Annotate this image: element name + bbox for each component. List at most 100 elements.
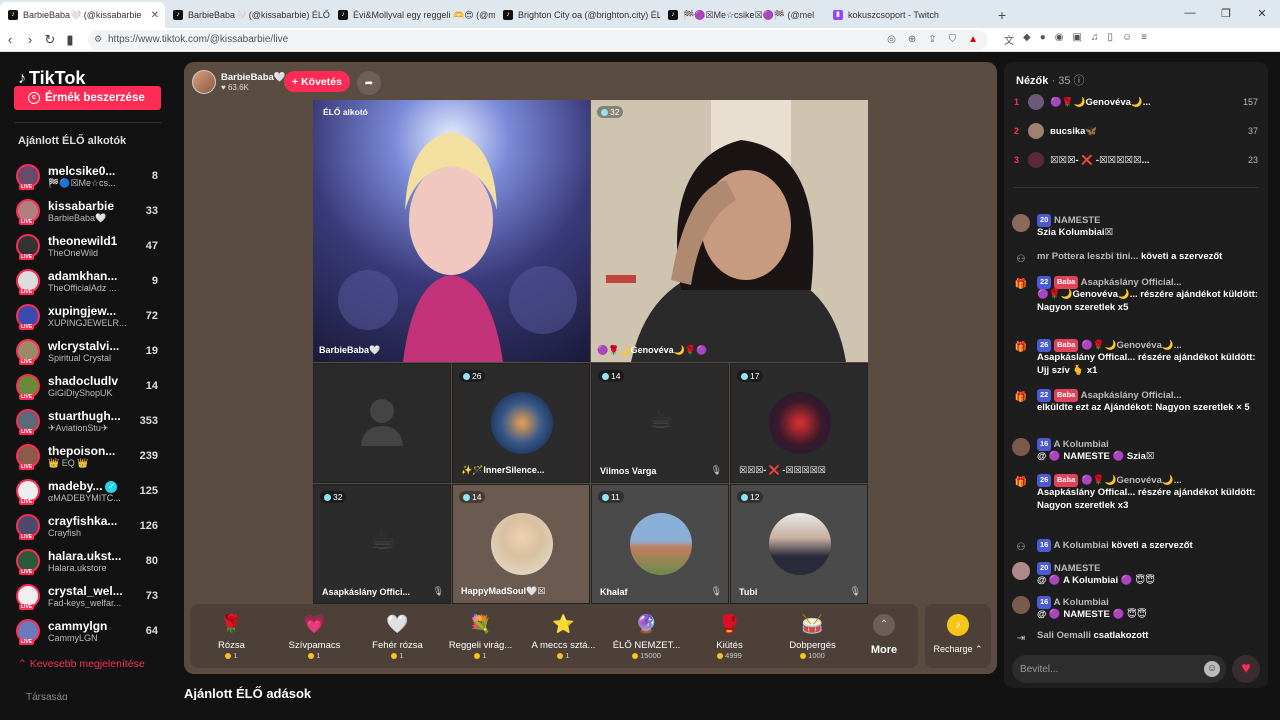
close-window-icon[interactable]: ✕ bbox=[1244, 0, 1280, 26]
creator-row[interactable]: LIVE xupingjew... XUPINGJEWELR... 72 bbox=[16, 299, 164, 333]
cast-icon[interactable]: ◎ bbox=[887, 34, 896, 45]
company-link[interactable]: Társaság bbox=[26, 692, 68, 700]
reload-icon[interactable]: ↻ bbox=[40, 32, 60, 48]
share-page-icon[interactable]: ⇪ bbox=[928, 34, 936, 45]
gift-live-nation[interactable]: 🔮 ÉLŐ NEMZET... 15000 bbox=[605, 604, 688, 668]
zoom-icon[interactable]: ⊕ bbox=[908, 34, 916, 45]
recommended-lives-title: Ajánlott ÉLŐ adások bbox=[184, 686, 312, 700]
guest-tile[interactable]: 14 ☕ Vilmos Varga 🎙 bbox=[591, 363, 729, 483]
gift-morning-flowers[interactable]: 💐 Reggeli virág... 1 bbox=[439, 604, 522, 668]
browser-tab-2[interactable]: ♪ BarbieBaba🤍 (@kissabarbie) ÉLŐ bbox=[165, 2, 330, 28]
top-viewer-row[interactable]: 2 вucsika🦋 37 bbox=[1014, 120, 1258, 142]
creator-row[interactable]: LIVE crayfishka... Crayfish 126 bbox=[16, 509, 164, 543]
like-heart-button[interactable]: ♥ bbox=[1232, 655, 1260, 683]
guest-tile[interactable]: 26 ✨🪄InnerSilence... bbox=[452, 363, 590, 483]
creator-row[interactable]: LIVE halara.ukst... Halara.ukstore 80 bbox=[16, 544, 164, 578]
browser-tab-1[interactable]: ♪ BarbieBaba🤍 (@kissabarbie ✕ bbox=[0, 2, 165, 28]
live-badge: LIVE bbox=[19, 254, 35, 260]
get-coins-button[interactable]: c Érmék beszerzése bbox=[14, 86, 161, 110]
gift-white-rose[interactable]: 🤍 Fehér rózsa 1 bbox=[356, 604, 439, 668]
shield-icon[interactable]: ⛉ bbox=[949, 34, 957, 45]
gift-rose[interactable]: 🌹 Rózsa 1 bbox=[190, 604, 273, 668]
profile-icon[interactable]: ☺ bbox=[1122, 32, 1132, 47]
menu-icon[interactable]: ≡ bbox=[1141, 32, 1147, 47]
creator-row[interactable]: LIVE wlcrystalvi... Spiritual Crystal 19 bbox=[16, 334, 164, 368]
host-video-tile[interactable]: ÉLŐ alkotó BarbieBaba🤍 bbox=[313, 100, 590, 362]
music-icon[interactable]: ♫ bbox=[1091, 32, 1099, 47]
url-field[interactable]: ⚙ https://www.tiktok.com/@kissabarbie/li… bbox=[88, 29, 988, 50]
close-tab-icon[interactable]: ✕ bbox=[151, 10, 159, 21]
back-icon[interactable]: ‹ bbox=[0, 32, 20, 47]
extension-icon[interactable]: ◉ bbox=[1055, 32, 1064, 47]
gift-knockout[interactable]: 🥊 Kiütés 4999 bbox=[688, 604, 771, 668]
creator-row[interactable]: LIVE thepoison... 👑 EQ 👑 239 bbox=[16, 439, 164, 473]
forward-icon[interactable]: › bbox=[20, 32, 40, 47]
creator-row[interactable]: LIVE adamkhan... TheOfficialAdz ... 9 bbox=[16, 264, 164, 298]
extension-warning-icon[interactable]: ▲ bbox=[968, 34, 978, 45]
live-badge: LIVE bbox=[19, 219, 35, 225]
live-badge: LIVE bbox=[19, 184, 35, 190]
guest-tile[interactable]: 32 ☕ Asapkáslány Offici... 🎙 bbox=[313, 484, 451, 604]
avatar: LIVE bbox=[16, 234, 40, 260]
creator-row[interactable]: LIVE cammylgn CammyLGN 64 bbox=[16, 614, 164, 648]
chat-message: 20 NAMESTE Szia Kolumbiai☒ bbox=[1012, 214, 1260, 240]
browser-tab-5[interactable]: ♪ 🏁🟣☒Me☆csike☒🟣🏁 (@mel bbox=[660, 2, 825, 28]
new-tab-button[interactable]: + bbox=[990, 2, 1014, 28]
tiktok-favicon-icon: ♪ bbox=[338, 10, 348, 20]
extension-icon[interactable]: ◆ bbox=[1023, 32, 1031, 47]
follow-button[interactable]: + Követés bbox=[284, 71, 350, 92]
guest-tile[interactable]: 12 Tubi 🎙 bbox=[730, 484, 868, 604]
host-info[interactable]: BarbieBaba🤍 ♥ 63.6K bbox=[192, 70, 286, 94]
creator-row[interactable]: LIVE stuarthugh... ✈AviationStu✈ 353 bbox=[16, 404, 164, 438]
coin-icon bbox=[717, 652, 724, 659]
guest-tile[interactable]: 11 Khalaf 🎙 bbox=[591, 484, 729, 604]
guest-score-badge: 26 bbox=[459, 370, 486, 382]
coin-icon bbox=[225, 652, 232, 659]
creator-row[interactable]: LIVE theonewild1 TheOneWild 47 bbox=[16, 229, 164, 263]
top-viewer-row[interactable]: 3 ☒☒☒- ❌ -☒☒☒☒☒... 23 bbox=[1014, 149, 1258, 171]
emoji-icon[interactable]: ☺ bbox=[1204, 661, 1220, 677]
guest-avatar bbox=[769, 513, 831, 575]
guest-video-tile[interactable]: 32 🟣🌹🌙Genovéva🌙🌹🟣 bbox=[591, 100, 868, 362]
avatar: LIVE bbox=[16, 584, 40, 610]
translate-icon[interactable]: 文 bbox=[1004, 32, 1014, 47]
tiktok-favicon-icon: ♪ bbox=[8, 10, 18, 20]
gift-icon: 🎁 bbox=[1014, 279, 1028, 290]
browser-tab-6[interactable]: ▮ kokuszcsoport - Twitch bbox=[825, 2, 990, 28]
maximize-icon[interactable]: ❐ bbox=[1208, 0, 1244, 26]
gift-drumroll[interactable]: 🥁 Dobpergés 1000 bbox=[771, 604, 854, 668]
extension-icon[interactable]: ● bbox=[1040, 32, 1046, 47]
creator-row[interactable]: LIVE crystal_wel... Fad-keys_welfar... 73 bbox=[16, 579, 164, 613]
share-icon[interactable]: ➦ bbox=[357, 71, 381, 95]
show-less-link[interactable]: ⌃ Kevesebb megjelenítése bbox=[18, 658, 145, 670]
guest-tile[interactable]: 17 ☒☒☒- ❌ -☒☒☒☒☒ bbox=[730, 363, 868, 483]
creator-row[interactable]: LIVE melcsike0... 🏁🔵☒Me☆cs... 8 bbox=[16, 159, 164, 193]
creator-row[interactable]: LIVE kissabarbie BarbieBaba🤍 33 bbox=[16, 194, 164, 228]
gift-match-star[interactable]: ⭐ A meccs sztá... 1 bbox=[522, 604, 605, 668]
guest-score-badge: 12 bbox=[737, 491, 764, 503]
more-gifts-button[interactable]: ⌃ More bbox=[854, 604, 914, 668]
gift-icon: 🎁 bbox=[1014, 342, 1028, 353]
creator-row[interactable]: LIVE madeby... ✓ αMADEBYMITC... 125 bbox=[16, 474, 164, 508]
bookmark-icon[interactable]: ▮ bbox=[60, 32, 80, 48]
guest-tile[interactable]: 14 HappyMadSoul🤍☒ bbox=[452, 484, 590, 604]
top-viewer-row[interactable]: 1 🟣🌹🌙Genovéva🌙... 157 bbox=[1014, 91, 1258, 113]
info-icon[interactable]: ⓘ bbox=[1074, 75, 1085, 87]
sidebar-icon[interactable]: ▯ bbox=[1107, 32, 1113, 47]
coin-icon bbox=[474, 652, 481, 659]
browser-tab-4[interactable]: ♪ Brighton City oa (@brighton.city) ÉLŐ bbox=[495, 2, 660, 28]
creator-row[interactable]: LIVE shadocludlv GiGiDiyShopUK 14 bbox=[16, 369, 164, 403]
person-placeholder-icon bbox=[361, 399, 403, 446]
avatar: LIVE bbox=[16, 409, 40, 435]
site-info-icon[interactable]: ⚙ bbox=[94, 34, 102, 45]
avatar bbox=[1028, 94, 1044, 110]
extension-icon[interactable]: ▣ bbox=[1072, 32, 1081, 47]
chat-input[interactable]: Bevitel... ☺ bbox=[1012, 655, 1226, 683]
viewers-header[interactable]: Nézők · 35 ⓘ bbox=[1016, 72, 1085, 88]
gift-icon: 🎁 bbox=[1014, 392, 1028, 403]
gift-heart-puff[interactable]: 💗 Szívpamacs 1 bbox=[273, 604, 356, 668]
empty-guest-slot[interactable] bbox=[313, 363, 451, 483]
recharge-button[interactable]: ♪ Recharge ⌃ bbox=[925, 604, 991, 668]
browser-tab-3[interactable]: ♪ Évi&Mollyval egy reggeli 🫶😍 (@m bbox=[330, 2, 495, 28]
minimize-icon[interactable]: — bbox=[1172, 0, 1208, 26]
